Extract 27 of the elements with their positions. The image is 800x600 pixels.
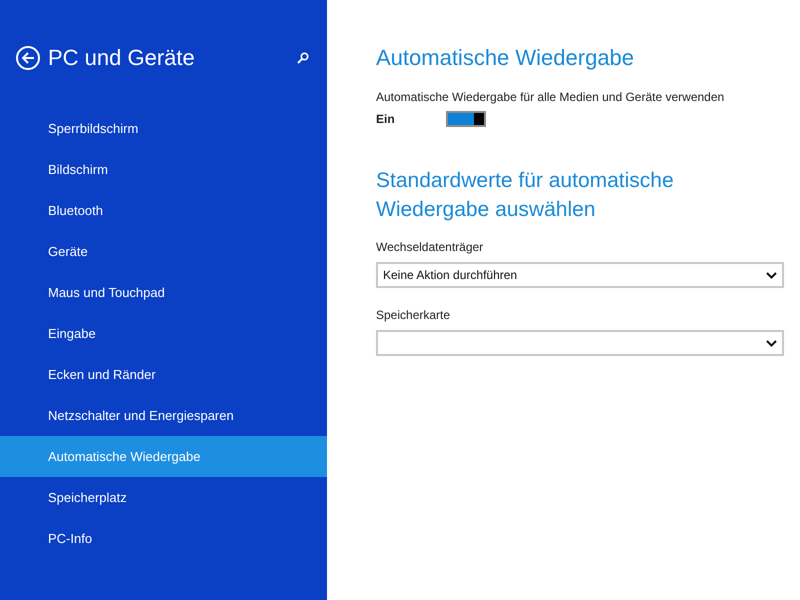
sidebar-item[interactable]: Bluetooth — [0, 190, 327, 231]
sidebar-item[interactable]: Netzschalter und Energiesparen — [0, 395, 327, 436]
sidebar-item[interactable]: Sperrbildschirm — [0, 108, 327, 149]
sidebar-item[interactable]: Automatische Wiedergabe — [0, 436, 327, 477]
chevron-down-icon — [766, 340, 777, 346]
sidebar-item[interactable]: Ecken und Ränder — [0, 354, 327, 395]
toggle-label: Automatische Wiedergabe für alle Medien und Geräte verwenden — [376, 89, 726, 106]
sidebar-title: PC und Geräte — [48, 44, 195, 72]
dropdown-label: Wechseldatenträger — [376, 239, 484, 256]
sidebar-item[interactable]: PC-Info — [0, 518, 327, 559]
dropdown[interactable]: Keine Aktion durchführen — [376, 262, 784, 288]
sidebar-item[interactable]: Geräte — [0, 231, 327, 272]
back-button[interactable] — [16, 46, 40, 70]
toggle-state-text: Ein — [376, 111, 396, 128]
chevron-down-icon — [766, 272, 777, 278]
toggle-switch[interactable] — [446, 111, 486, 127]
search-button[interactable] — [295, 50, 311, 66]
dropdown-value: Keine Aktion durchführen — [383, 267, 518, 284]
sidebar-item[interactable]: Eingabe — [0, 313, 327, 354]
page-title: Automatische Wiedergabe — [376, 44, 636, 72]
back-arrow-icon — [21, 51, 35, 65]
search-icon — [297, 52, 309, 64]
sidebar-item[interactable]: Maus und Touchpad — [0, 272, 327, 313]
dropdown-label: Speicherkarte — [376, 307, 452, 324]
sidebar-item[interactable]: Bildschirm — [0, 149, 327, 190]
sidebar-item[interactable]: Speicherplatz — [0, 477, 327, 518]
section-title: Standardwerte für automatische Wiedergabe auswählen — [376, 168, 675, 223]
